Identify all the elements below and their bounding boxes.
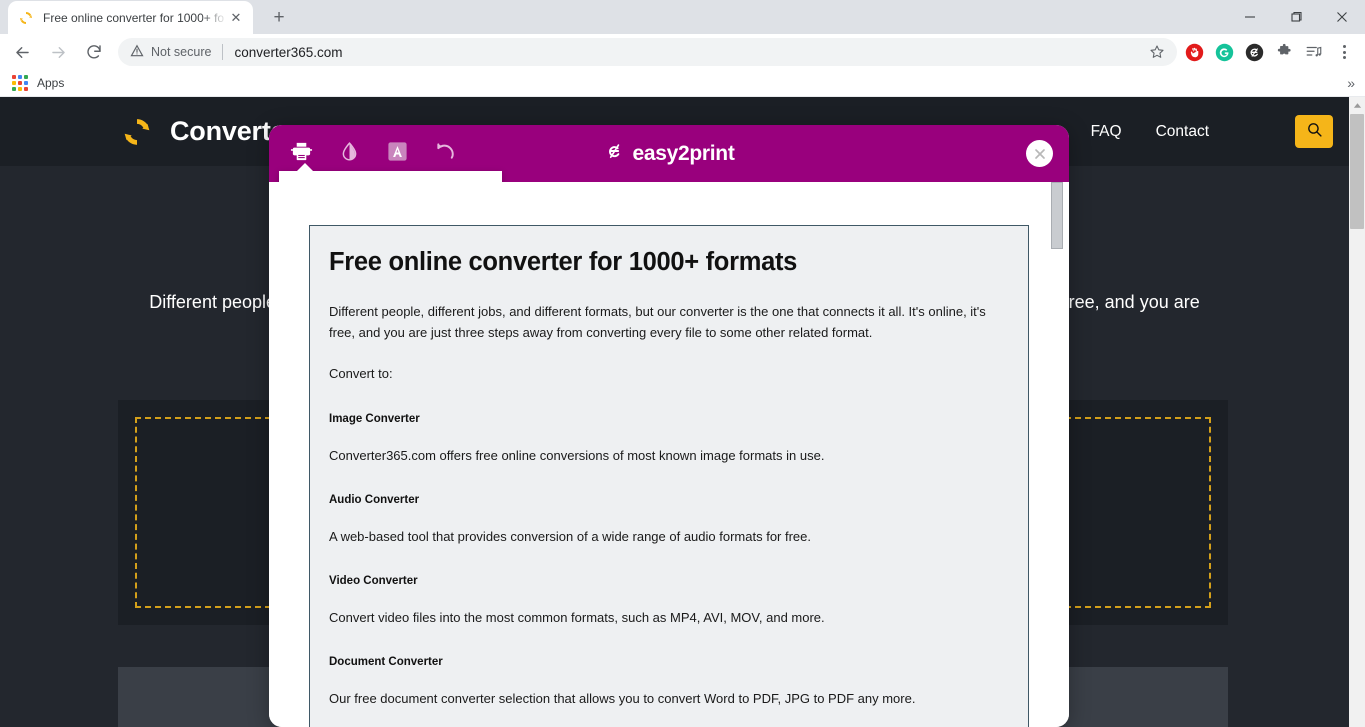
contrast-button[interactable] — [330, 135, 368, 173]
omnibox-divider — [222, 44, 224, 60]
section-title: Audio Converter — [329, 493, 420, 506]
three-dots-menu-icon[interactable] — [1329, 37, 1359, 67]
new-tab-button[interactable]: + — [265, 3, 293, 31]
address-bar[interactable]: Not secure converter365.com — [118, 38, 1177, 66]
forward-button[interactable] — [44, 38, 72, 66]
minimize-button[interactable] — [1227, 0, 1273, 33]
security-indicator[interactable]: Not secure — [130, 44, 211, 61]
droplet-contrast-icon — [339, 141, 360, 167]
easy2print-preview-body: Free online converter for 1000+ formats … — [269, 182, 1069, 727]
tooltip-caret — [296, 163, 314, 172]
grammarly-extension-icon[interactable] — [1209, 37, 1239, 67]
tab-strip: Free online converter for 1000+ fo ✕ + — [0, 0, 1365, 34]
close-window-button[interactable] — [1319, 0, 1365, 33]
section-title: Image Converter — [329, 412, 420, 425]
tab-title: Free online converter for 1000+ fo — [43, 10, 225, 25]
circular-arrows-icon — [118, 113, 156, 151]
apps-bookmark-label[interactable]: Apps — [37, 76, 64, 90]
overlay-scrollbar-thumb[interactable] — [1051, 182, 1063, 249]
section-body: Our free document converter selection th… — [329, 691, 916, 707]
adblock-extension-icon[interactable] — [1179, 37, 1209, 67]
extensions-puzzle-icon[interactable] — [1269, 37, 1299, 67]
maximize-button[interactable] — [1273, 0, 1319, 33]
bookmarks-bar: Apps » — [0, 70, 1365, 97]
magnifier-icon — [1306, 121, 1323, 143]
undo-arrow-icon — [434, 140, 457, 168]
tab-close-icon[interactable]: ✕ — [227, 9, 245, 27]
security-label: Not secure — [151, 45, 212, 59]
letter-a-icon — [386, 140, 409, 168]
extension-icons — [1179, 37, 1329, 67]
section-title: Document Converter — [329, 656, 443, 669]
site-nav: FAQ Contact — [1091, 123, 1209, 141]
browser-toolbar: Not secure converter365.com — [0, 34, 1365, 70]
nav-link-faq[interactable]: FAQ — [1091, 123, 1122, 141]
browser-tab[interactable]: Free online converter for 1000+ fo ✕ — [8, 1, 253, 34]
scrollbar-up-arrow-icon[interactable] — [1349, 97, 1365, 114]
section-body: Converter365.com offers free online conv… — [329, 447, 825, 463]
warning-triangle-icon — [130, 44, 144, 61]
section-title: Video Converter — [329, 574, 418, 587]
browser-window: Free online converter for 1000+ fo ✕ + N… — [0, 0, 1365, 727]
nav-link-contact[interactable]: Contact — [1156, 123, 1209, 141]
document-heading: Free online converter for 1000+ formats — [329, 248, 798, 276]
document-convert-to-label: Convert to: — [329, 366, 393, 382]
back-button[interactable] — [8, 38, 36, 66]
window-controls — [1227, 0, 1365, 33]
document-intro: Different people, different jobs, and di… — [329, 304, 986, 341]
converter365-refresh-icon — [18, 10, 34, 26]
reload-button[interactable] — [80, 38, 108, 66]
section-body: Convert video files into the most common… — [329, 609, 825, 625]
easy2print-extension-icon[interactable] — [1239, 37, 1269, 67]
scrollbar-thumb[interactable] — [1350, 114, 1364, 229]
text-format-button[interactable] — [378, 135, 416, 173]
section-body: A web-based tool that provides conversio… — [329, 528, 811, 544]
star-icon[interactable] — [1143, 44, 1171, 60]
easy2print-logo: easy2print — [574, 140, 764, 167]
document-preview: Free online converter for 1000+ formats … — [309, 225, 1029, 727]
url-text: converter365.com — [234, 44, 343, 60]
close-overlay-button[interactable] — [1026, 140, 1053, 167]
e2p-e-logo-icon — [603, 140, 625, 167]
reading-list-icon[interactable] — [1299, 37, 1329, 67]
easy2print-logo-text: easy2print — [632, 141, 735, 165]
apps-grid-icon[interactable] — [12, 75, 28, 91]
site-search-button[interactable] — [1295, 115, 1333, 148]
easy2print-overlay: easy2print Print document Free online co… — [269, 125, 1069, 727]
overlay-scrollbar[interactable] — [1051, 182, 1063, 727]
bookmarks-overflow-icon[interactable]: » — [1347, 75, 1355, 91]
page-scrollbar[interactable] — [1349, 97, 1365, 727]
undo-button[interactable] — [426, 135, 464, 173]
